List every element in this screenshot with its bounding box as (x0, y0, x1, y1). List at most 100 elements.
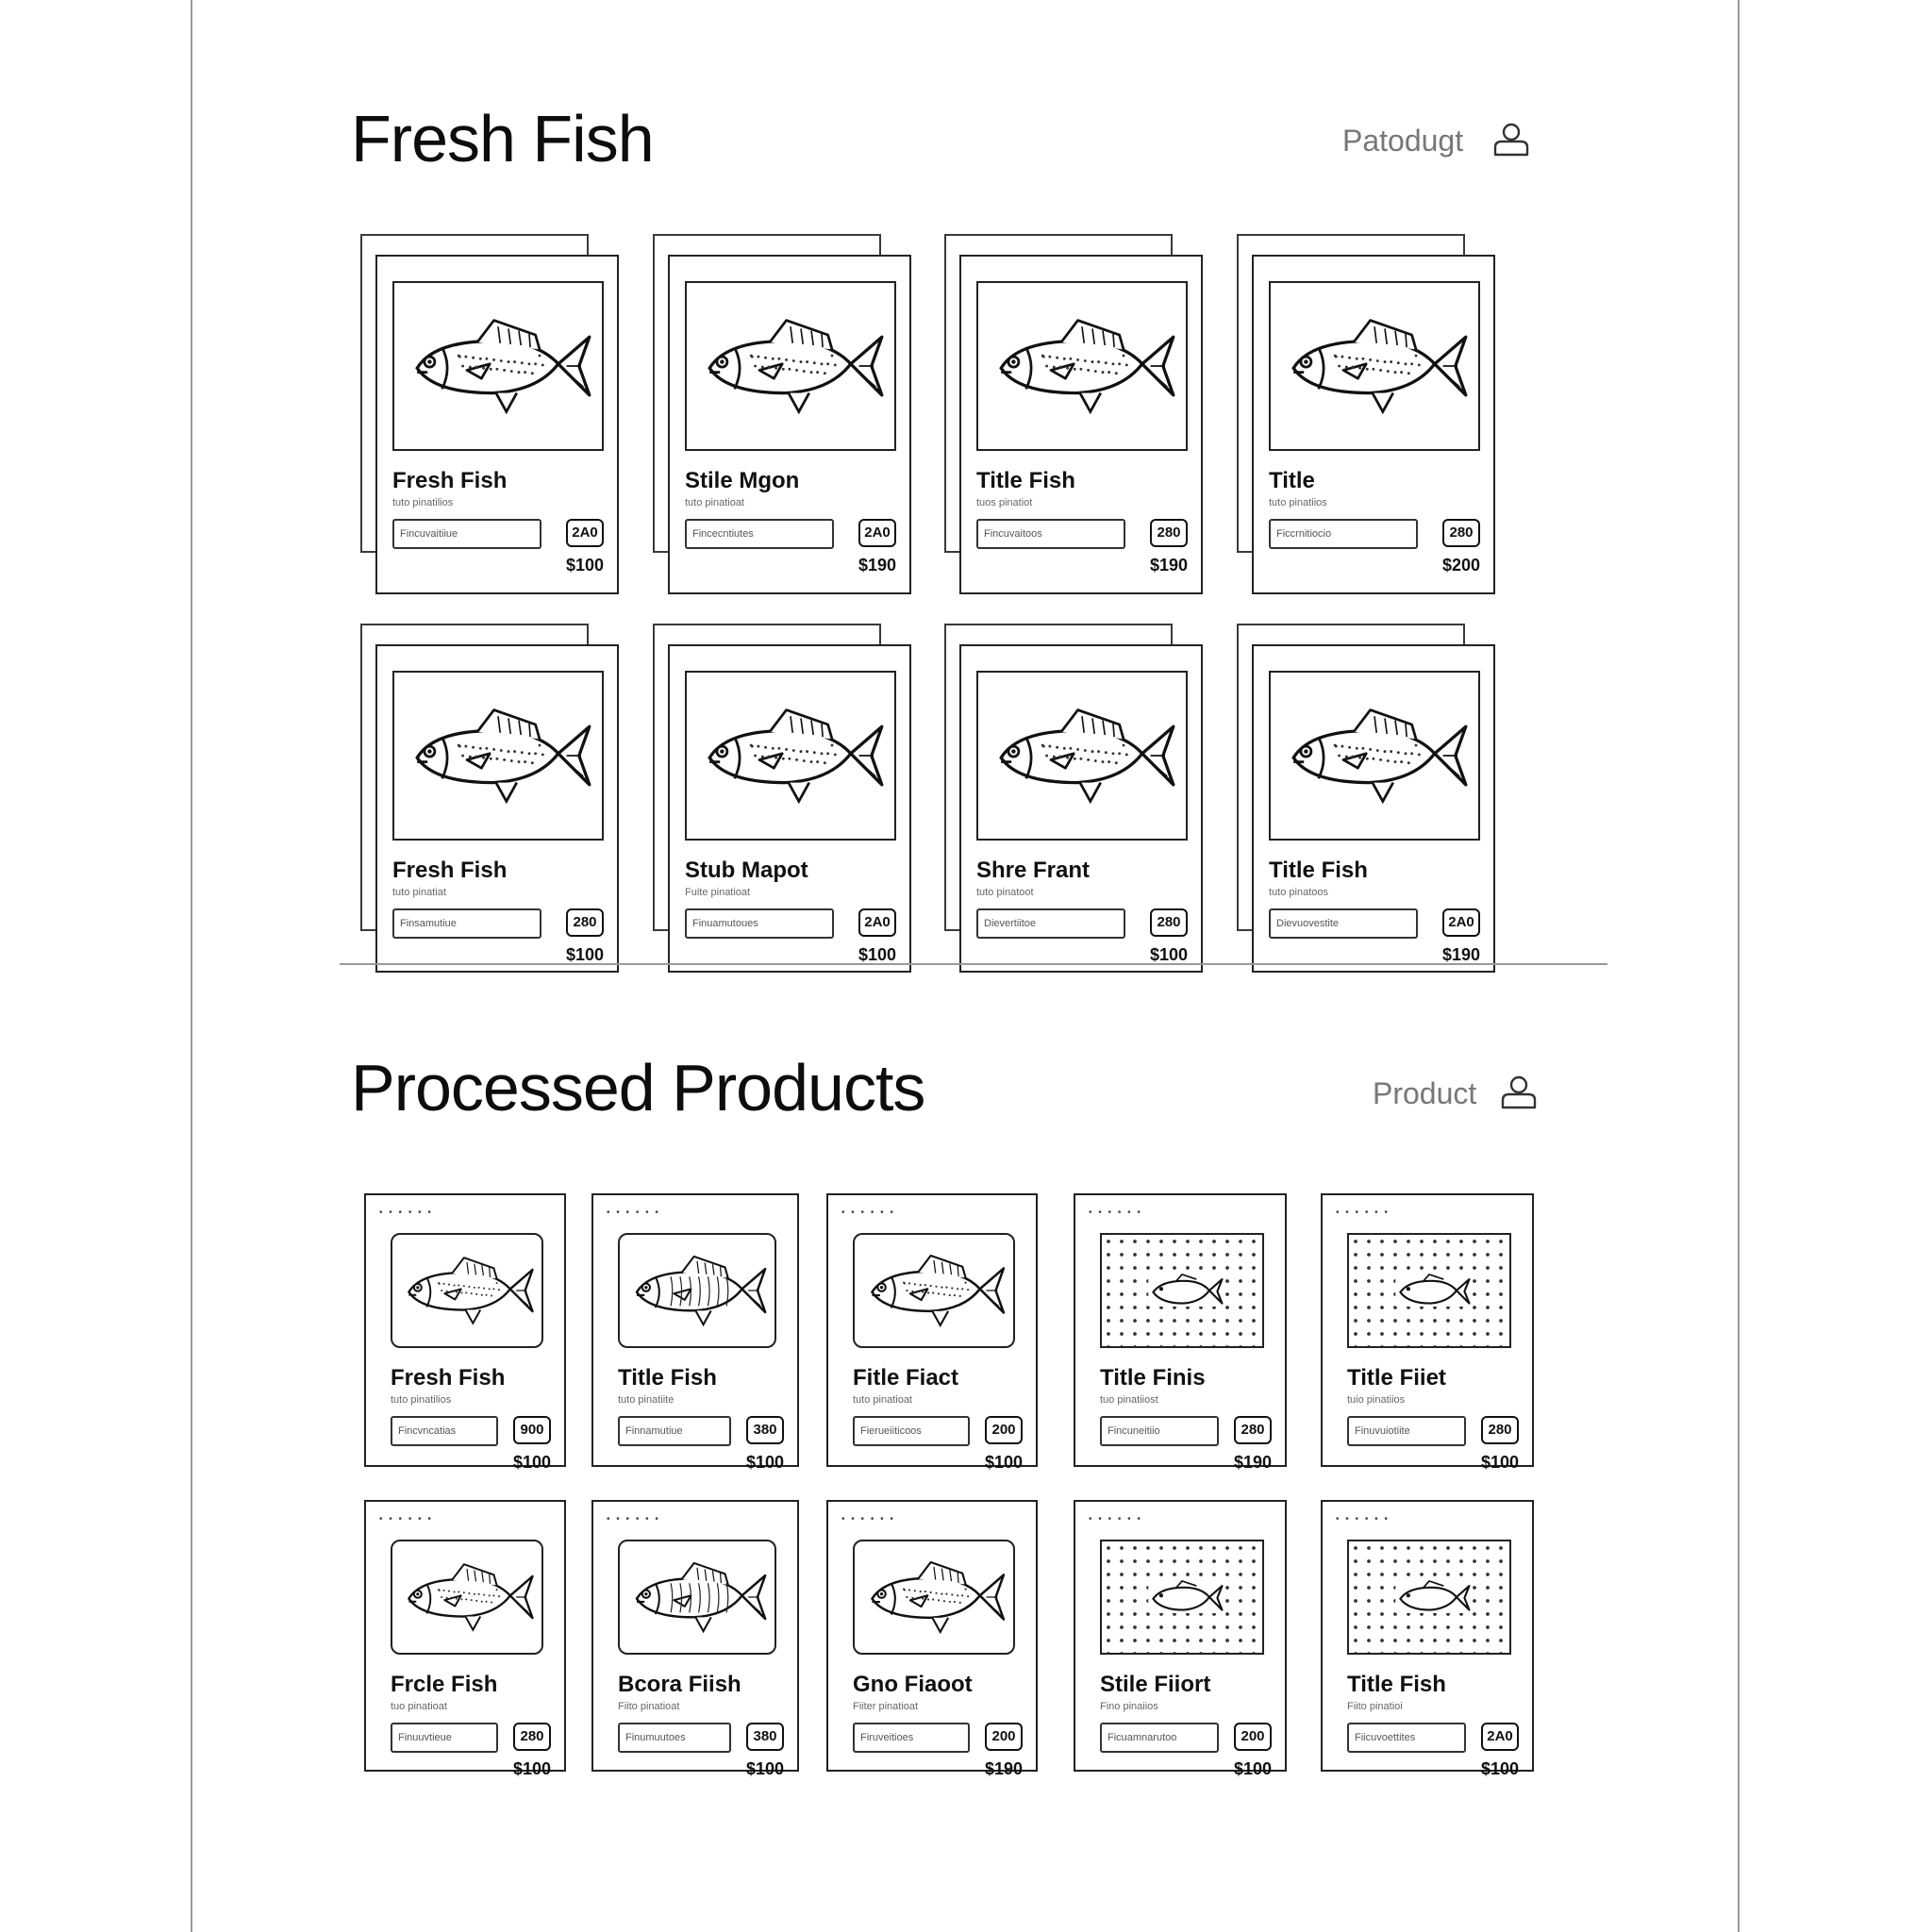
quantity-badge[interactable]: 280 (1442, 519, 1480, 547)
product-title: Frcle Fish (391, 1672, 498, 1697)
product-image[interactable] (685, 671, 896, 841)
product-option-field[interactable]: Finumuutoes (618, 1723, 731, 1753)
product-option-field[interactable]: Dievertiitoe (976, 908, 1125, 939)
product-option-field[interactable]: Fincuvaitiiue (392, 519, 541, 549)
fresh-section-link[interactable]: Patodugt (1342, 125, 1463, 156)
product-option-field[interactable]: Fiicuvoettites (1347, 1723, 1466, 1753)
product-image[interactable] (853, 1233, 1015, 1348)
product-card[interactable]: • • • • • • Title Fish tuto pinatiite Finn… (591, 1193, 799, 1471)
quantity-badge[interactable]: 2A0 (566, 519, 604, 547)
product-image[interactable] (1269, 281, 1480, 451)
product-option-field[interactable]: Fincvncatias (391, 1416, 498, 1446)
product-card[interactable]: Fresh Fish tuto pinatiat Finsamutiue 280 $10… (375, 644, 619, 973)
product-image[interactable] (391, 1233, 543, 1348)
product-image[interactable] (1100, 1540, 1264, 1655)
quantity-badge[interactable]: 280 (1150, 908, 1188, 937)
product-option-field[interactable]: Fincuvaitoos (976, 519, 1125, 549)
fish-icon (999, 708, 1175, 805)
quantity-badge[interactable]: 900 (513, 1416, 551, 1444)
product-card[interactable]: • • • • • • Fitle Fiact tuto pinatioat Fie… (826, 1193, 1038, 1471)
fish-icon (870, 1560, 1006, 1635)
product-option-field[interactable]: Fierueiiticoos (853, 1416, 970, 1446)
product-card[interactable]: • • • • • • Title Fish Fiito pinatioi Fiic… (1321, 1500, 1534, 1777)
product-subtitle: tuto pinatoot (976, 887, 1034, 898)
quantity-badge[interactable]: 280 (1150, 519, 1188, 547)
product-option-field[interactable]: Finuvuiotiite (1347, 1416, 1466, 1446)
product-card[interactable]: Stile Mgon tuto pinatioat Fincecntiutes 2A0… (668, 255, 911, 594)
card-dots-decoration: • • • • • • (1089, 1208, 1142, 1218)
product-price: $100 (1480, 1759, 1519, 1778)
section-divider (340, 963, 1607, 965)
product-card[interactable]: • • • • • • Stile Fiiort Fino pinaiios Fic… (1074, 1500, 1287, 1777)
product-image[interactable] (392, 281, 604, 451)
product-option-field[interactable]: Fincuneitiio (1100, 1416, 1219, 1446)
quantity-badge[interactable]: 2A0 (1481, 1723, 1519, 1751)
product-option-field[interactable]: Finsamutiue (392, 908, 541, 939)
product-card[interactable]: • • • • • • Title Finis tuo pinatiiost Fin… (1074, 1193, 1287, 1471)
product-image[interactable] (853, 1540, 1015, 1655)
product-price: $100 (565, 556, 604, 575)
quantity-badge[interactable]: 380 (746, 1723, 784, 1751)
quantity-badge[interactable]: 2A0 (858, 519, 896, 547)
quantity-badge[interactable]: 200 (985, 1416, 1023, 1444)
quantity-badge[interactable]: 280 (513, 1723, 551, 1751)
frame-line-left (191, 0, 192, 1932)
product-subtitle: Fiito pinatioi (1347, 1701, 1403, 1712)
product-option-field[interactable]: Finuamutoues (685, 908, 834, 939)
product-card[interactable]: • • • • • • Gno Fiaoot Fiiter pinatioat Fi… (826, 1500, 1038, 1777)
product-price: $100 (745, 1453, 784, 1472)
product-card[interactable]: Title Fish tuto pinatoos Dievuovestite 2A0 $… (1252, 644, 1495, 973)
quantity-badge[interactable]: 280 (566, 908, 604, 937)
fresh-section-title: Fresh Fish (351, 102, 655, 175)
product-image[interactable] (1347, 1233, 1511, 1348)
product-image[interactable] (685, 281, 896, 451)
product-card[interactable]: Title tuto pinatiios Ficcrnitiocio 280 $200 (1252, 255, 1495, 594)
product-option-field[interactable]: Firuveitioes (853, 1723, 970, 1753)
quantity-badge[interactable]: 280 (1234, 1416, 1272, 1444)
fish-icon (415, 319, 591, 415)
product-card[interactable]: Stub Mapot Fuite pinatioat Finuamutoues 2A0… (668, 644, 911, 973)
product-option-field[interactable]: Finnamutiue (618, 1416, 731, 1446)
product-image[interactable] (392, 671, 604, 841)
product-option-field[interactable]: Finuuvtieue (391, 1723, 498, 1753)
user-icon[interactable] (1498, 1072, 1540, 1113)
product-option-field[interactable]: Dievuovestite (1269, 908, 1418, 939)
processed-section-link[interactable]: Product (1373, 1078, 1476, 1108)
fish-icon (635, 1255, 767, 1327)
product-option-field[interactable]: Fincecntiutes (685, 519, 834, 549)
quantity-badge[interactable]: 2A0 (858, 908, 896, 937)
user-icon[interactable] (1491, 119, 1532, 160)
quantity-badge[interactable]: 2A0 (1442, 908, 1480, 937)
product-image[interactable] (976, 281, 1188, 451)
quantity-badge[interactable]: 280 (1481, 1416, 1519, 1444)
product-image[interactable] (618, 1540, 776, 1655)
product-image[interactable] (1269, 671, 1480, 841)
fish-icon (407, 1563, 534, 1632)
product-option-field[interactable]: Ficcrnitiocio (1269, 519, 1418, 549)
product-title: Fresh Fish (392, 468, 508, 493)
product-price: $190 (984, 1759, 1023, 1778)
product-title: Title (1269, 468, 1315, 493)
quantity-badge[interactable]: 380 (746, 1416, 784, 1444)
fish-icon (1148, 1274, 1224, 1307)
product-image[interactable] (976, 671, 1188, 841)
product-card[interactable]: Title Fish tuos pinatiot Fincuvaitoos 280 $1… (959, 255, 1203, 594)
fish-icon (635, 1561, 767, 1634)
product-option-field[interactable]: Ficuamnarutoo (1100, 1723, 1219, 1753)
product-image[interactable] (1100, 1233, 1264, 1348)
product-image[interactable] (1347, 1540, 1511, 1655)
product-price: $100 (1149, 945, 1188, 964)
product-card[interactable]: Shre Frant tuto pinatoot Dievertiitoe 280 $1… (959, 644, 1203, 973)
fish-icon (1395, 1274, 1471, 1307)
product-image[interactable] (618, 1233, 776, 1348)
product-card[interactable]: • • • • • • Bcora Fiish Fiito pinatioat Fi… (591, 1500, 799, 1777)
product-title: Fresh Fish (391, 1365, 506, 1391)
product-card[interactable]: • • • • • • Frcle Fish tuo pinatioat Finuu… (364, 1500, 566, 1777)
product-card[interactable]: • • • • • • Fresh Fish tuto pinatilios Fin… (364, 1193, 566, 1471)
product-price: $190 (1149, 556, 1188, 575)
product-card[interactable]: Fresh Fish tuto pinatilios Fincuvaitiiue 2A… (375, 255, 619, 594)
quantity-badge[interactable]: 200 (985, 1723, 1023, 1751)
product-card[interactable]: • • • • • • Title Fiiet tuio pinatiios Fin… (1321, 1193, 1534, 1471)
product-image[interactable] (391, 1540, 543, 1655)
quantity-badge[interactable]: 200 (1234, 1723, 1272, 1751)
